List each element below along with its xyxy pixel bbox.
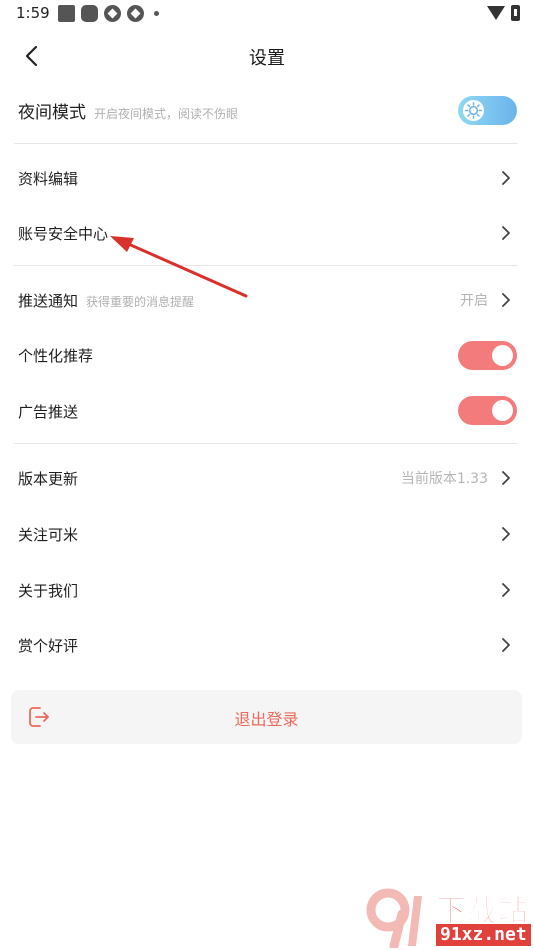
about-row[interactable]: 关于我们 xyxy=(0,562,534,618)
logout-label: 退出登录 xyxy=(234,710,299,729)
chevron-right-icon xyxy=(502,527,510,541)
night-mode-label-group: 夜间模式 开启夜间模式，阅读不伤眼 xyxy=(18,98,238,123)
notification-icons xyxy=(58,5,159,22)
night-mode-subtitle: 开启夜间模式，阅读不伤眼 xyxy=(94,106,239,121)
system-icons xyxy=(487,5,520,21)
version-row[interactable]: 版本更新 当前版本1.33 xyxy=(0,450,534,506)
night-mode-toggle[interactable] xyxy=(458,96,517,125)
status-time: 1:59 xyxy=(16,4,50,22)
personalized-label: 个性化推荐 xyxy=(18,346,94,365)
watermark-logo-icon xyxy=(366,888,422,948)
rate-row[interactable]: 赏个好评 xyxy=(0,617,534,673)
account-security-row[interactable]: 账号安全中心 xyxy=(0,205,534,261)
toggle-knob xyxy=(492,345,513,366)
section-divider xyxy=(14,443,518,444)
notification-aperture-icon-2 xyxy=(127,5,144,22)
annotation-arrow-icon xyxy=(110,236,248,298)
ads-row: 广告推送 xyxy=(0,383,534,439)
section-divider xyxy=(14,265,518,266)
night-mode-row: 夜间模式 开启夜间模式，阅读不伤眼 xyxy=(0,82,534,138)
toggle-knob xyxy=(492,400,513,421)
wifi-icon xyxy=(487,6,505,20)
push-label: 推送通知 xyxy=(18,291,79,310)
chevron-right-icon xyxy=(502,293,510,307)
follow-label: 关注可米 xyxy=(18,525,79,544)
notification-square-icon xyxy=(58,5,75,22)
page-title: 设置 xyxy=(249,48,285,69)
top-app-bar: 设置 xyxy=(0,30,534,82)
chevron-right-icon xyxy=(502,226,510,240)
push-status-value: 开启 xyxy=(460,293,488,309)
personalized-toggle[interactable] xyxy=(458,341,517,370)
chevron-right-icon xyxy=(502,171,510,185)
chevron-right-icon xyxy=(502,638,510,652)
about-label: 关于我们 xyxy=(18,581,79,600)
battery-icon xyxy=(511,5,520,21)
status-bar: 1:59 xyxy=(0,0,534,30)
more-notifications-dot-icon xyxy=(154,11,159,16)
profile-edit-row[interactable]: 资料编辑 xyxy=(0,150,534,206)
version-label: 版本更新 xyxy=(18,469,79,488)
version-value: 当前版本1.33 xyxy=(400,471,488,487)
section-divider xyxy=(14,143,518,144)
profile-edit-label: 资料编辑 xyxy=(18,169,79,188)
watermark-domain: 91xz.net xyxy=(436,924,531,946)
ads-toggle[interactable] xyxy=(458,396,517,425)
follow-row[interactable]: 关注可米 xyxy=(0,506,534,562)
chevron-right-icon xyxy=(502,471,510,485)
notification-app-icon xyxy=(81,5,98,22)
sun-icon xyxy=(462,99,485,122)
personalized-row: 个性化推荐 xyxy=(0,327,534,383)
push-notification-row[interactable]: 推送通知 获得重要的消息提醒 开启 xyxy=(0,272,534,328)
night-mode-label: 夜间模式 xyxy=(18,102,86,123)
account-security-label: 账号安全中心 xyxy=(18,224,109,243)
ads-label: 广告推送 xyxy=(18,402,79,421)
notification-aperture-icon xyxy=(104,5,121,22)
rate-label: 赏个好评 xyxy=(18,636,79,655)
chevron-right-icon xyxy=(502,583,510,597)
logout-button[interactable]: 退出登录 xyxy=(11,690,522,744)
